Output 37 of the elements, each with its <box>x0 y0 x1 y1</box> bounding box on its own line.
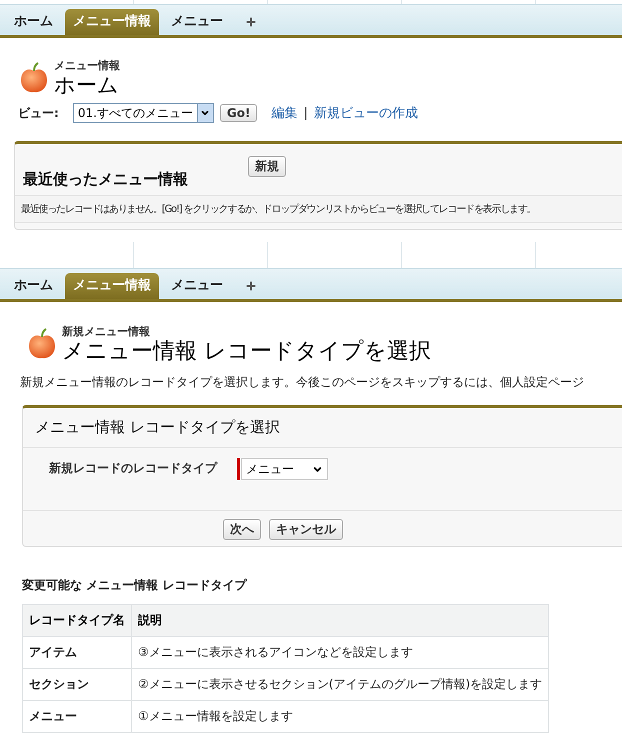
page-subtitle: メニュー情報 <box>54 58 120 73</box>
new-button[interactable]: 新規 <box>248 156 286 178</box>
record-type-select[interactable]: メニュー <box>241 458 328 480</box>
nav-tab[interactable]: メニュー情報 <box>65 273 159 300</box>
dropdown-icon <box>196 104 213 122</box>
page-subtitle: 新規メニュー情報 <box>62 324 151 340</box>
apple-icon <box>20 62 48 94</box>
table-cell: ②メニューに表示させるセクション(アイテムのグループ情報)を設定します <box>132 668 549 701</box>
view-select[interactable]: 01.すべてのメニュー <box>72 103 214 124</box>
table-cell: ①メニュー情報を設定します <box>132 700 549 733</box>
intro-text: 新規メニュー情報のレコードタイプを選択します。今後このページをスキップするには、個人設定ページ <box>19 374 585 392</box>
table-cell: メニュー <box>22 700 132 733</box>
cancel-button[interactable]: キャンセル <box>269 519 343 540</box>
go-button[interactable]: Go! <box>220 104 258 122</box>
column-header: レコードタイプ名 <box>22 604 132 637</box>
page-title: メニュー情報 レコードタイプを選択 <box>62 339 431 364</box>
panel-title: 最近使ったメニュー情報 <box>23 169 188 190</box>
empty-message: 最近使ったレコードはありません。[Go!] をクリックするか、ドロップダウンリストからビューを選択してレコードを表示します。 <box>15 195 622 224</box>
column-header: 説明 <box>132 604 549 637</box>
nav-tab[interactable]: ホーム <box>6 9 61 35</box>
table-cell: アイテム <box>22 636 132 669</box>
page-title: ホーム <box>54 73 120 98</box>
nav-tab[interactable]: メニュー <box>163 273 231 300</box>
link-separator: | <box>303 106 308 121</box>
table-cell: ③メニューに表示されるアイコンなどを設定します <box>132 636 549 669</box>
table-cell: セクション <box>22 668 132 701</box>
edit-link[interactable]: 編集 <box>271 104 298 122</box>
next-button[interactable]: 次へ <box>223 519 261 540</box>
view-label: ビュー: <box>18 104 59 122</box>
panel-title: メニュー情報 レコードタイプを選択 <box>23 408 622 448</box>
apple-icon <box>28 328 56 360</box>
section-title: 変更可能な メニュー情報 レコードタイプ <box>21 577 248 594</box>
nav-tab[interactable]: メニュー情報 <box>65 9 159 35</box>
new-view-link[interactable]: 新規ビューの作成 <box>314 104 418 122</box>
nav-tab[interactable]: メニュー <box>163 9 231 35</box>
nav-tab[interactable]: ホーム <box>6 273 61 300</box>
field-label: 新規レコードのレコードタイプ <box>49 460 217 478</box>
